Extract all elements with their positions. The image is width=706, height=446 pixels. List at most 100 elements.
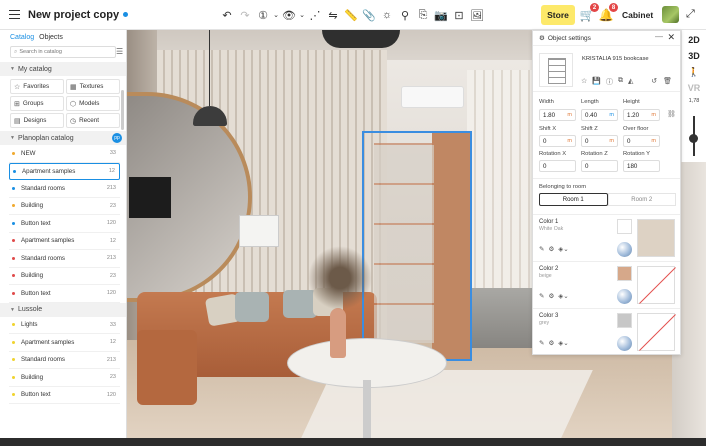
- settings-icon[interactable]: ⚙: [548, 245, 554, 253]
- tab-objects[interactable]: Objects: [39, 34, 63, 41]
- eyedropper-icon[interactable]: ✎: [539, 292, 544, 300]
- star-icon[interactable]: ☆: [581, 77, 587, 87]
- room-2-tab[interactable]: Room 2: [607, 193, 676, 206]
- list-item[interactable]: Button text 120: [9, 387, 120, 404]
- material-sphere-icon[interactable]: [617, 289, 632, 304]
- avatar[interactable]: [662, 6, 679, 23]
- walk-icon[interactable]: 🚶: [682, 64, 706, 80]
- list-item[interactable]: Standard rooms 213: [9, 250, 120, 268]
- info-icon[interactable]: ⓘ: [606, 77, 613, 87]
- texture-preview[interactable]: [637, 266, 675, 304]
- list-item[interactable]: Building 23: [9, 268, 120, 285]
- filter-icon[interactable]: ☰: [116, 47, 123, 56]
- gallery-icon[interactable]: 🖼: [468, 0, 486, 30]
- mode-3d-button[interactable]: 3D: [682, 48, 706, 64]
- camera-icon[interactable]: 📷: [432, 0, 450, 30]
- reset-icon[interactable]: ↺: [651, 77, 657, 85]
- sun-icon[interactable]: ☼: [378, 0, 396, 30]
- delete-icon[interactable]: 🗑: [663, 77, 672, 85]
- shiftx-field[interactable]: 0m: [539, 135, 576, 147]
- list-item[interactable]: Lights 33: [9, 317, 120, 334]
- chevron-down-icon[interactable]: ⌄: [298, 0, 306, 30]
- settings-icon[interactable]: ⚙: [548, 292, 554, 300]
- room-1-tab[interactable]: Room 1: [539, 193, 608, 206]
- pin-icon[interactable]: 📎: [360, 0, 378, 30]
- catalog-search[interactable]: ⌕: [10, 46, 116, 58]
- bell-icon[interactable]: 🔔 8: [598, 3, 618, 24]
- selected-bookcase[interactable]: [362, 131, 472, 361]
- save-icon[interactable]: 💾: [592, 77, 601, 87]
- rotx-field[interactable]: 0: [539, 160, 576, 172]
- card-recent[interactable]: ◷ Recent: [66, 113, 120, 128]
- tab-catalog[interactable]: Catalog: [10, 34, 34, 41]
- menu-icon[interactable]: [0, 0, 28, 30]
- length-field[interactable]: 0.40 m: [581, 109, 618, 121]
- eye-icon[interactable]: 👁: [280, 0, 298, 30]
- project-title[interactable]: New project copy: [28, 9, 119, 21]
- color-swatch[interactable]: [617, 219, 632, 234]
- cart-icon[interactable]: 🛒 2: [579, 3, 599, 24]
- height-value: 1.20: [627, 111, 640, 119]
- list-item[interactable]: Standard rooms 213: [9, 352, 120, 369]
- undo-icon[interactable]: ↶: [218, 0, 236, 30]
- ruler-icon[interactable]: 📏: [342, 0, 360, 30]
- height-field[interactable]: 1.20 m: [623, 109, 660, 121]
- section-my-catalog[interactable]: ▼ My catalog: [0, 62, 126, 76]
- card-textures[interactable]: ▦ Textures: [66, 79, 120, 94]
- walls-icon[interactable]: ⋰: [306, 0, 324, 30]
- texture-preview[interactable]: [637, 219, 675, 257]
- store-button[interactable]: Store: [541, 5, 575, 25]
- rotz-field[interactable]: 0: [581, 160, 618, 172]
- section-lussole[interactable]: ▼ Lussole: [0, 302, 126, 317]
- eyedropper-icon[interactable]: ✎: [539, 245, 544, 253]
- mode-2d-button[interactable]: 2D: [682, 32, 706, 48]
- measure-icon[interactable]: ⇋: [324, 0, 342, 30]
- vr-icon[interactable]: ⊡: [450, 0, 468, 30]
- list-item[interactable]: Standard rooms 213: [9, 180, 120, 198]
- card-favorites[interactable]: ☆ Favorites: [10, 79, 64, 94]
- width-field[interactable]: 1.80 m: [539, 109, 576, 121]
- minimize-icon[interactable]: —: [655, 32, 663, 41]
- catalog-scrollbar[interactable]: [121, 90, 124, 130]
- card-groups[interactable]: ⊞ Groups: [10, 96, 64, 111]
- section-planoplan[interactable]: ▼ Planoplan catalog pp: [0, 131, 126, 145]
- export-icon[interactable]: ⎘: [414, 0, 432, 30]
- list-item[interactable]: Building 23: [9, 198, 120, 215]
- lock-proportions-icon[interactable]: ⛓: [667, 110, 676, 118]
- chevron-down-icon[interactable]: ⌄: [272, 0, 280, 30]
- eyedropper-icon[interactable]: ✎: [539, 339, 544, 347]
- list-item[interactable]: Apartment samples 12: [9, 162, 120, 180]
- height-label: Height: [623, 99, 640, 105]
- color-swatch[interactable]: [617, 313, 632, 328]
- light-icon[interactable]: ⚲: [396, 0, 414, 30]
- overfloor-field[interactable]: 0m: [623, 135, 660, 147]
- mirror-icon[interactable]: ◭: [628, 77, 633, 87]
- settings-icon[interactable]: ⚙: [548, 339, 554, 347]
- list-item[interactable]: NEW 33: [9, 145, 120, 163]
- paint-icon[interactable]: ◈⌄: [558, 245, 568, 253]
- shiftz-field[interactable]: 0m: [581, 135, 618, 147]
- color-swatch[interactable]: [617, 266, 632, 281]
- paint-icon[interactable]: ◈⌄: [558, 292, 568, 300]
- redo-icon[interactable]: ↷: [236, 0, 254, 30]
- list-item[interactable]: Button text 120: [9, 285, 120, 303]
- list-item[interactable]: Apartment samples 12: [9, 233, 120, 250]
- cabinet-link[interactable]: Cabinet: [622, 10, 653, 20]
- search-input[interactable]: [19, 49, 105, 55]
- zoom-slider-handle[interactable]: [689, 134, 698, 143]
- list-item[interactable]: Apartment samples 12: [9, 334, 120, 352]
- list-item[interactable]: Button text 120: [9, 215, 120, 233]
- material-sphere-icon[interactable]: [617, 242, 632, 257]
- floor-selector-icon[interactable]: ①: [254, 0, 272, 30]
- texture-preview[interactable]: [637, 313, 675, 351]
- roty-field[interactable]: 180: [623, 160, 660, 172]
- mode-vr-button[interactable]: VR: [682, 80, 706, 96]
- card-models[interactable]: ⬡ Models: [66, 96, 120, 111]
- paint-icon[interactable]: ◈⌄: [558, 339, 568, 347]
- close-icon[interactable]: ✕: [667, 32, 675, 43]
- fullscreen-icon[interactable]: ⤢: [686, 8, 695, 21]
- card-designs[interactable]: ▤ Designs: [10, 113, 64, 128]
- material-sphere-icon[interactable]: [617, 336, 632, 351]
- copy-icon[interactable]: ⧉: [618, 77, 623, 87]
- list-item[interactable]: Building 23: [9, 369, 120, 387]
